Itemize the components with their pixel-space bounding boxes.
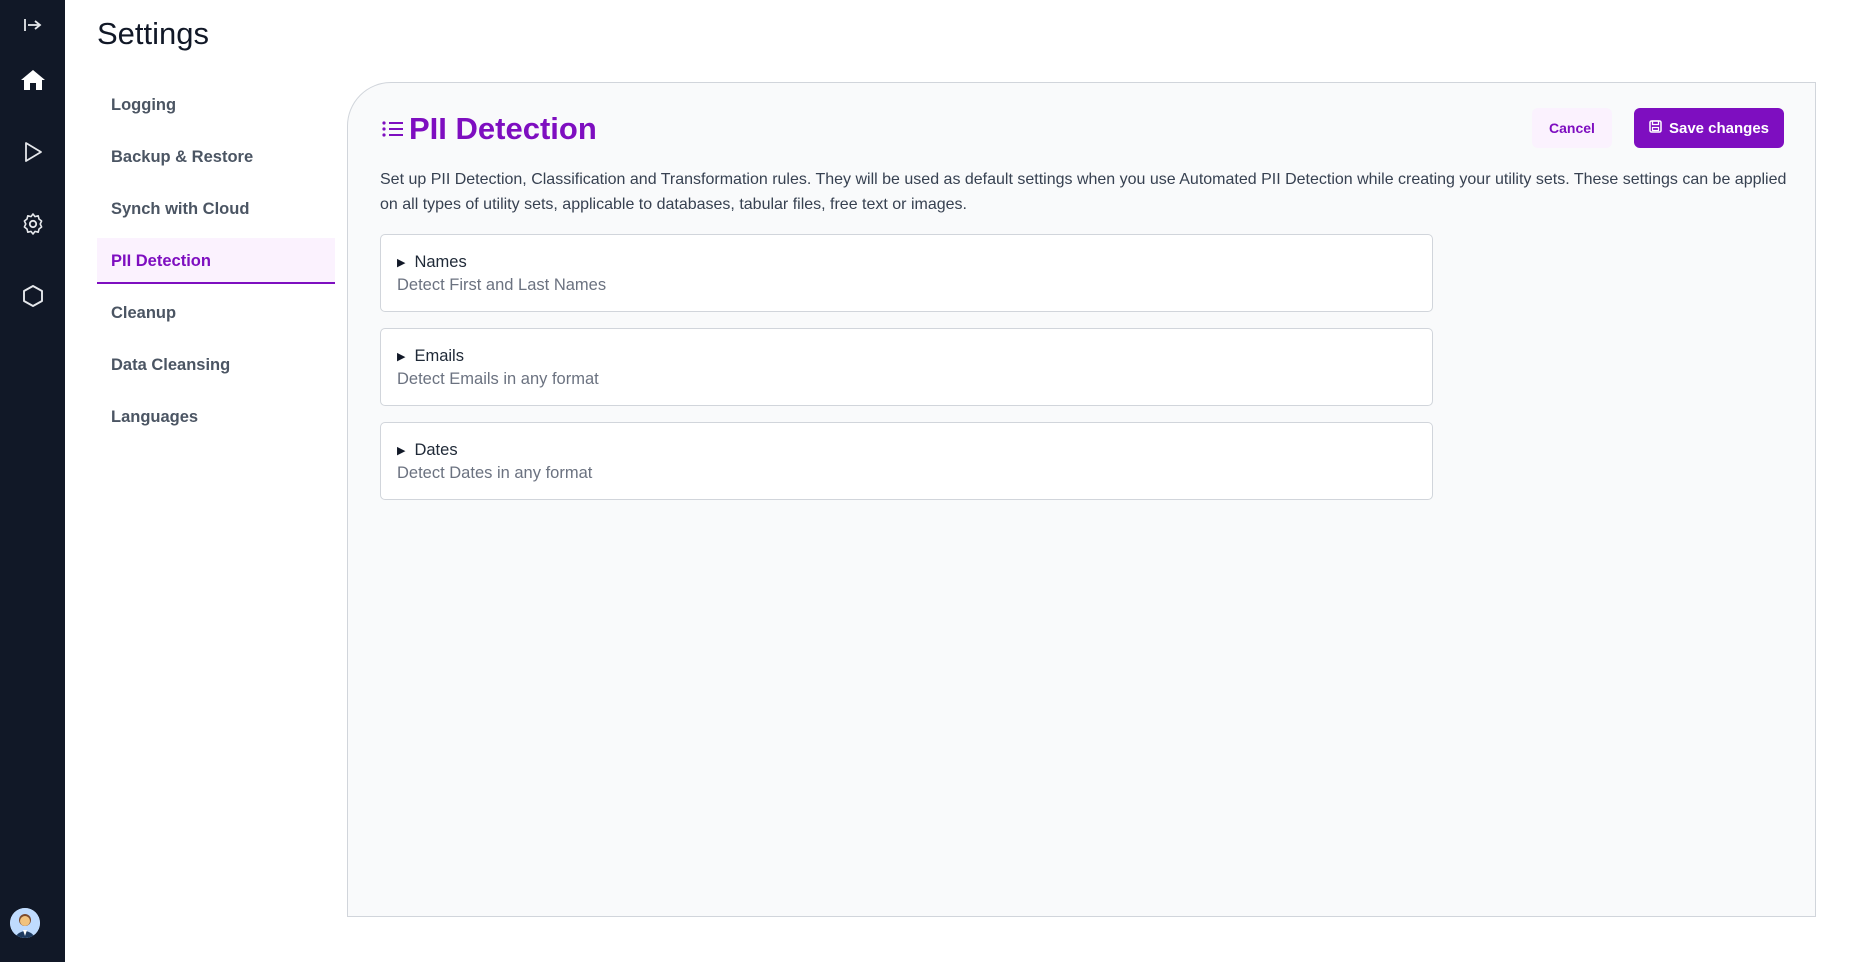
cancel-button[interactable]: Cancel bbox=[1532, 108, 1612, 148]
section-subtitle: Detect Dates in any format bbox=[397, 464, 593, 482]
nav-item-cleanup[interactable]: Cleanup bbox=[97, 290, 335, 336]
app-rail bbox=[0, 0, 65, 962]
section-subtitle: Detect Emails in any format bbox=[397, 370, 599, 388]
section-header: ▶ Dates bbox=[397, 441, 458, 460]
settings-nav: Logging Backup & Restore Synch with Clou… bbox=[97, 82, 335, 446]
hexagon-icon[interactable] bbox=[0, 282, 65, 310]
pii-detection-panel: PII Detection Cancel Save changes Set up… bbox=[347, 82, 1816, 917]
section-header: ▶ Names bbox=[397, 253, 467, 272]
play-icon[interactable] bbox=[0, 138, 65, 166]
expand-arrow-icon[interactable] bbox=[0, 14, 65, 36]
nav-item-pii-detection[interactable]: PII Detection bbox=[97, 238, 335, 284]
save-changes-label: Save changes bbox=[1668, 119, 1770, 137]
section-names[interactable]: ▶ Names Detect First and Last Names bbox=[380, 234, 1433, 312]
section-subtitle: Detect First and Last Names bbox=[397, 276, 607, 294]
panel-description: Set up PII Detection, Classification and… bbox=[380, 171, 1787, 213]
gear-icon[interactable] bbox=[0, 210, 65, 238]
expand-triangle-icon: ▶ bbox=[397, 257, 406, 269]
home-icon[interactable] bbox=[0, 66, 65, 94]
nav-item-synch-with-cloud[interactable]: Synch with Cloud bbox=[97, 186, 335, 232]
save-icon bbox=[1649, 119, 1669, 137]
section-header: ▶ Emails bbox=[397, 347, 464, 366]
panel-title: PII Detection bbox=[381, 111, 597, 147]
user-avatar[interactable] bbox=[10, 908, 40, 938]
section-emails[interactable]: ▶ Emails Detect Emails in any format bbox=[380, 328, 1433, 406]
section-dates[interactable]: ▶ Dates Detect Dates in any format bbox=[380, 422, 1433, 500]
list-icon bbox=[381, 111, 409, 147]
save-changes-button[interactable]: Save changes bbox=[1634, 108, 1784, 148]
nav-item-data-cleansing[interactable]: Data Cleansing bbox=[97, 342, 335, 388]
section-title: Names bbox=[414, 253, 467, 271]
expand-triangle-icon: ▶ bbox=[397, 445, 406, 457]
nav-item-backup-restore[interactable]: Backup & Restore bbox=[97, 134, 335, 180]
expand-triangle-icon: ▶ bbox=[397, 351, 406, 363]
nav-item-languages[interactable]: Languages bbox=[97, 394, 335, 440]
nav-item-logging[interactable]: Logging bbox=[97, 82, 335, 128]
section-title: Emails bbox=[414, 347, 464, 365]
page-title: Settings bbox=[97, 16, 210, 51]
panel-title-text: PII Detection bbox=[409, 111, 597, 146]
section-title: Dates bbox=[414, 441, 458, 459]
